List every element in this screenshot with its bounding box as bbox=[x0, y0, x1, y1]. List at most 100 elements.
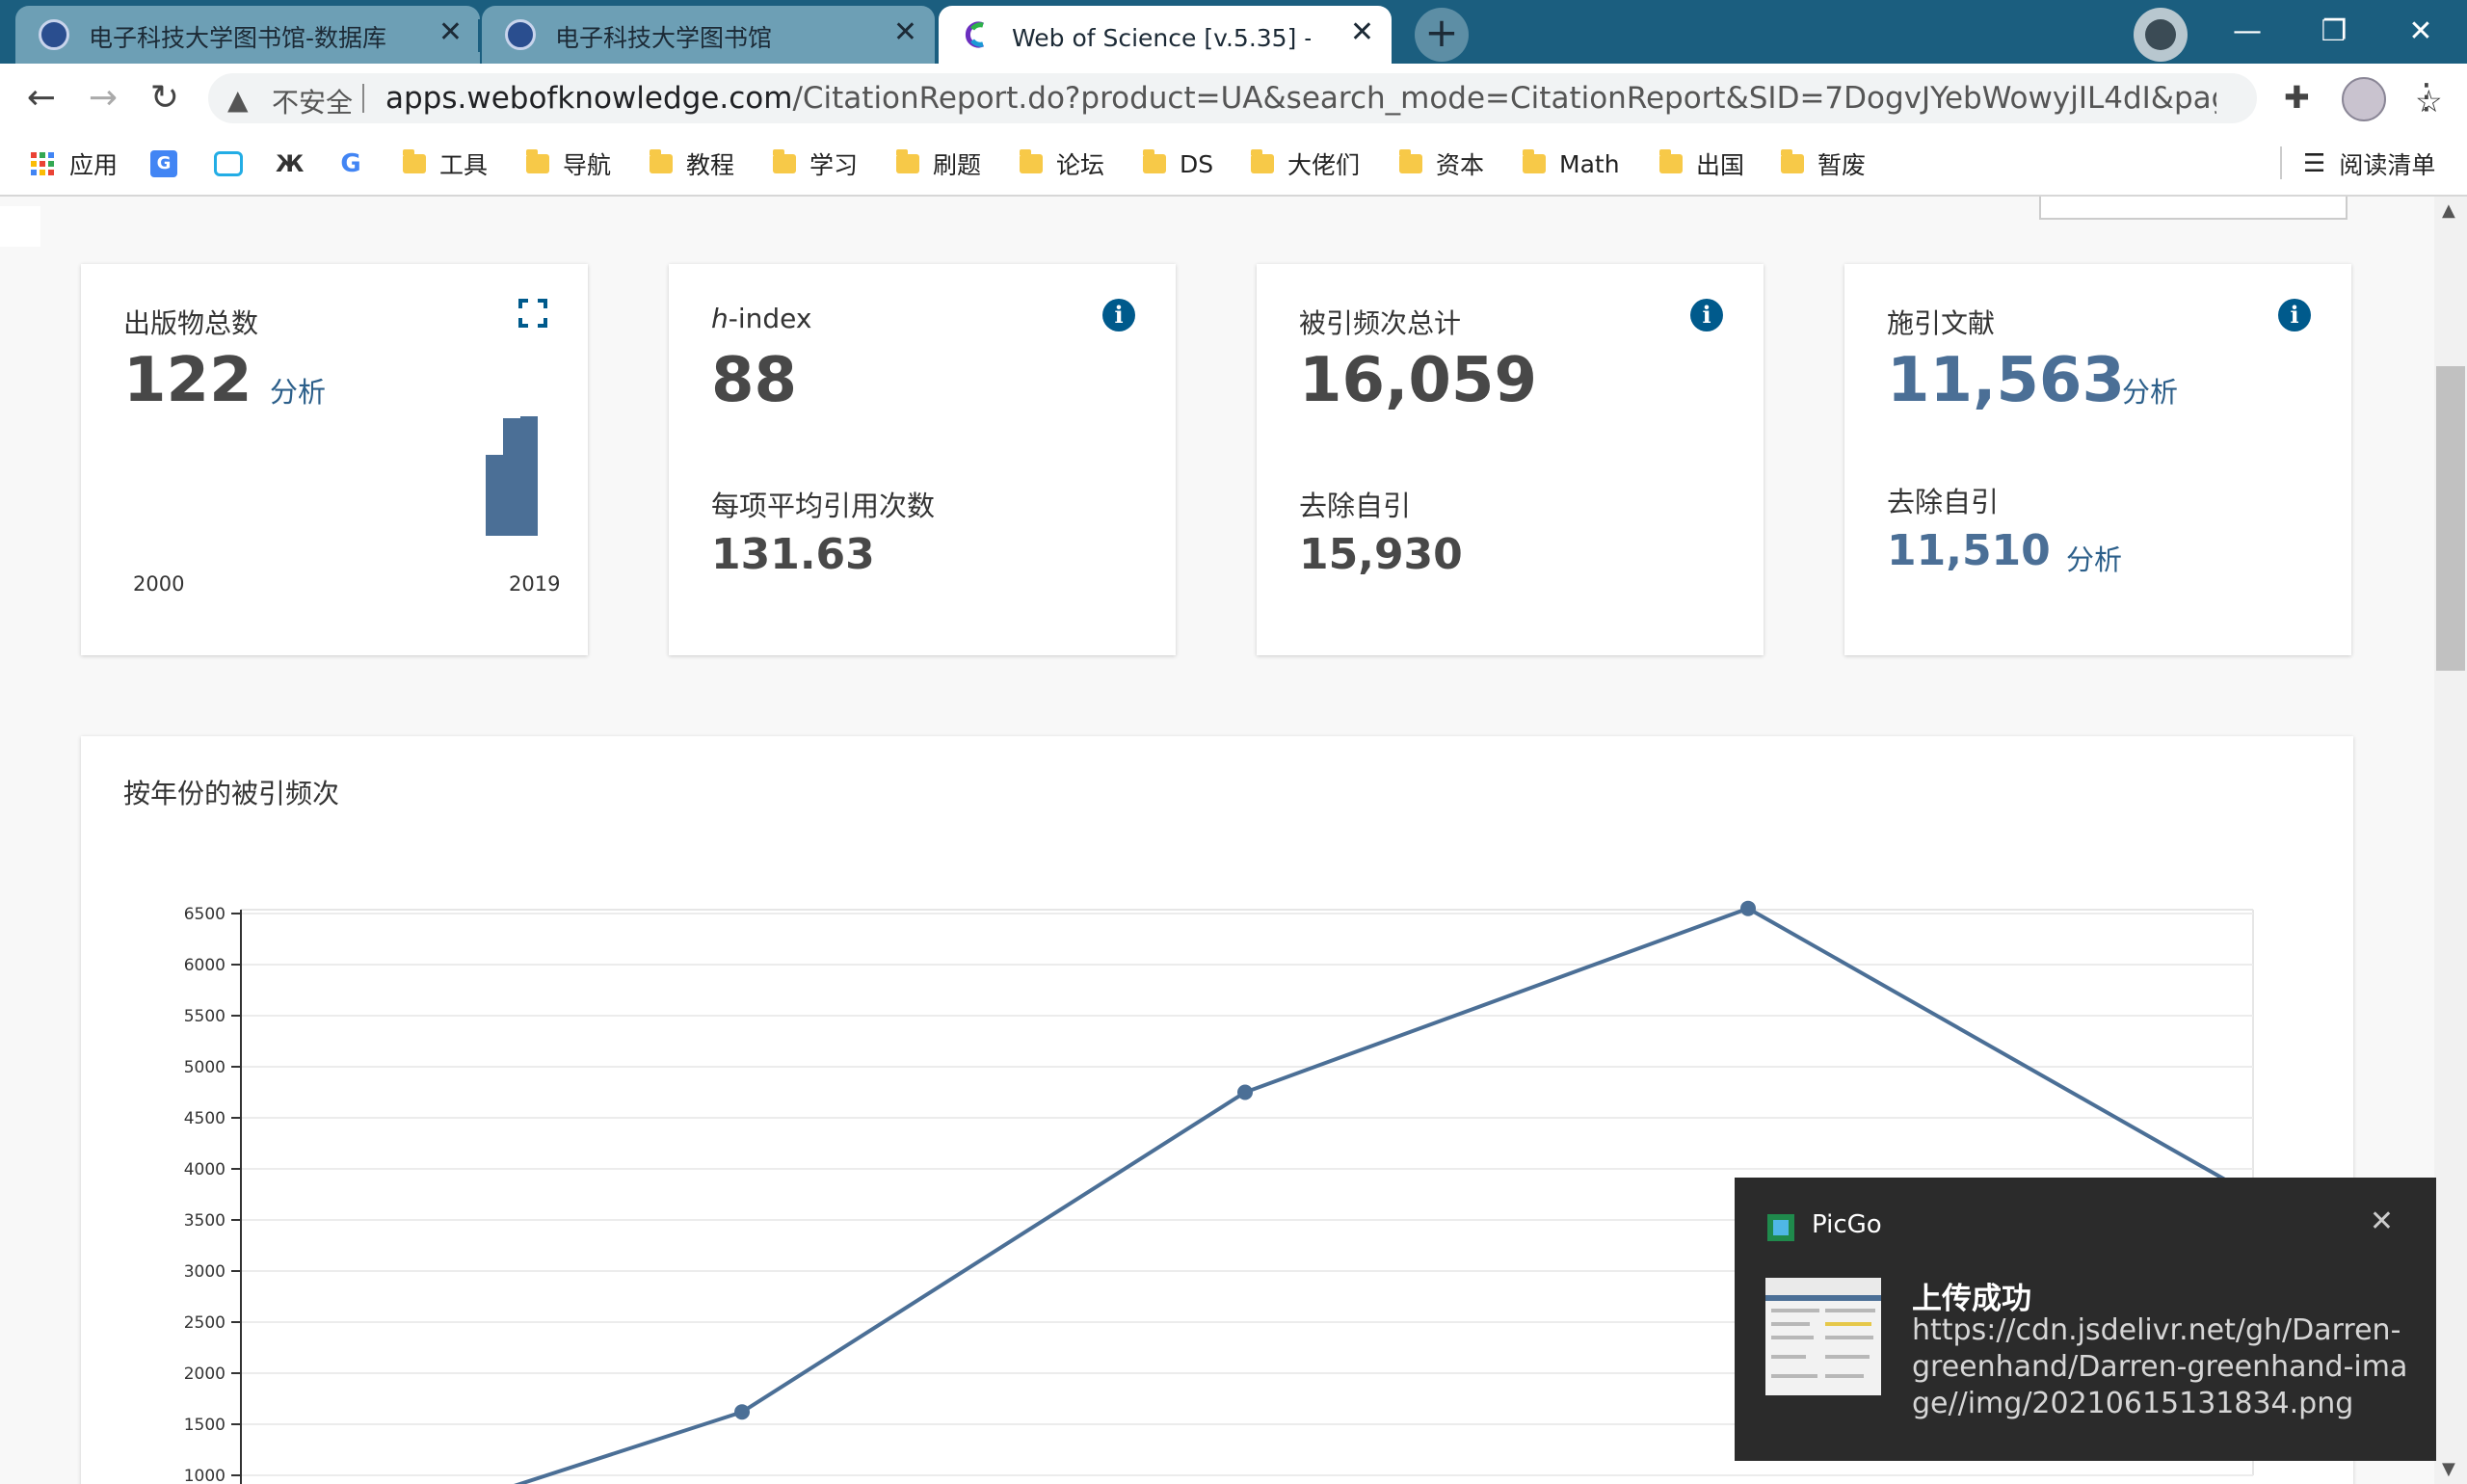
bookmark-butterfly[interactable]: Ж bbox=[276, 145, 316, 183]
page-corner bbox=[0, 206, 40, 247]
bookmark-label: 资本 bbox=[1436, 151, 1485, 179]
back-icon[interactable]: ← bbox=[17, 75, 66, 123]
tab-close-icon[interactable]: ✕ bbox=[893, 15, 917, 49]
apps-grid-icon bbox=[29, 150, 56, 177]
mini-bar bbox=[503, 418, 520, 536]
page-scrollbar[interactable]: ▲ ▼ bbox=[2434, 197, 2467, 1484]
extensions-icon[interactable]: ✚ bbox=[2284, 79, 2310, 116]
folder-icon bbox=[650, 149, 673, 173]
folder-icon bbox=[1020, 149, 1043, 173]
year-start-label: 2000 bbox=[133, 572, 185, 596]
citing-articles-excl-value[interactable]: 11,510 bbox=[1887, 526, 2051, 575]
bookmark-label: 暂废 bbox=[1817, 151, 1867, 179]
warning-icon[interactable]: ▲ bbox=[227, 84, 249, 116]
avg-citations-value: 131.63 bbox=[711, 530, 875, 579]
url-divider bbox=[362, 84, 364, 113]
reload-icon[interactable]: ↻ bbox=[141, 75, 189, 123]
new-tab-button[interactable]: + bbox=[1415, 8, 1469, 62]
citing-articles-analyze-link[interactable]: 分析 bbox=[2122, 370, 2178, 411]
bookmark-apps[interactable]: 应用 bbox=[29, 145, 118, 183]
tab-library[interactable]: 电子科技大学图书馆 ✕ bbox=[482, 6, 935, 64]
bookmark-translate[interactable]: G bbox=[150, 145, 191, 183]
info-icon[interactable]: i bbox=[2278, 299, 2311, 331]
bookmark-label: 大佬们 bbox=[1287, 151, 1361, 179]
bookmark-folder-capital[interactable]: 资本 bbox=[1399, 145, 1484, 183]
folder-icon bbox=[1523, 149, 1546, 173]
close-window-button[interactable]: ✕ bbox=[2373, 8, 2467, 56]
h-index-label-italic: h bbox=[711, 303, 729, 334]
reading-list-label: 阅读清单 bbox=[2339, 151, 2436, 179]
bookmark-folder-practice[interactable]: 刷题 bbox=[896, 145, 981, 183]
url-text[interactable]: apps.webofknowledge.com/CitationReport.d… bbox=[385, 81, 2216, 116]
info-icon[interactable]: i bbox=[1690, 299, 1723, 331]
tab-close-icon[interactable]: ✕ bbox=[1350, 15, 1374, 49]
data-point bbox=[734, 1404, 750, 1420]
close-icon[interactable]: ✕ bbox=[2370, 1205, 2394, 1238]
folder-icon bbox=[1251, 149, 1274, 173]
citing-articles-value[interactable]: 11,563 bbox=[1887, 345, 2125, 416]
bookmark-folder-forum[interactable]: 论坛 bbox=[1020, 145, 1104, 183]
export-select[interactable] bbox=[2039, 197, 2348, 220]
bookmark-folder-tutorial[interactable]: 教程 bbox=[650, 145, 734, 183]
bookmark-folder-ds[interactable]: DS bbox=[1143, 145, 1213, 183]
bookmark-label: 论坛 bbox=[1056, 151, 1105, 179]
folder-icon bbox=[1781, 149, 1804, 173]
picgo-notification[interactable]: PicGo ✕ 上传成功 https://cdn.jsdelivr.net/gh… bbox=[1735, 1178, 2436, 1461]
y-tick-label: 4000 bbox=[184, 1160, 225, 1179]
bookmark-label: 出国 bbox=[1696, 151, 1745, 179]
info-icon[interactable]: i bbox=[1102, 299, 1135, 331]
citing-articles-excl-analyze-link[interactable]: 分析 bbox=[2066, 538, 2122, 578]
reading-list-icon: ☰ bbox=[2303, 149, 2326, 178]
h-index-label: h-index bbox=[711, 303, 811, 334]
y-tick-label: 3000 bbox=[184, 1262, 225, 1282]
citing-articles-excl-label: 去除自引 bbox=[1887, 486, 2000, 518]
folder-icon bbox=[1143, 149, 1166, 173]
folder-icon bbox=[1659, 149, 1683, 173]
tab-web-of-science[interactable]: Web of Science [v.5.35] - 引文 ✕ bbox=[939, 6, 1392, 64]
bookmark-folder-math[interactable]: Math bbox=[1523, 145, 1620, 183]
tab-search-icon[interactable] bbox=[2134, 8, 2188, 62]
bookmark-folder-tools[interactable]: 工具 bbox=[403, 145, 488, 183]
profile-avatar[interactable] bbox=[2342, 77, 2386, 121]
bookmark-google[interactable]: G bbox=[337, 145, 378, 183]
bookmark-folder-experts[interactable]: 大佬们 bbox=[1251, 145, 1360, 183]
card-h-index: h-index i 88 每项平均引用次数 131.63 bbox=[669, 264, 1176, 655]
tab-separator bbox=[478, 19, 480, 52]
notification-title: 上传成功 bbox=[1912, 1282, 2031, 1316]
folder-icon bbox=[896, 149, 919, 173]
bookmark-folder-abroad[interactable]: 出国 bbox=[1659, 145, 1744, 183]
menu-icon[interactable]: ⋮ bbox=[2409, 77, 2444, 117]
restore-button[interactable]: ❐ bbox=[2286, 8, 2382, 56]
url-path: /CitationReport.do?product=UA&search_mod… bbox=[792, 81, 2216, 116]
y-tick-label: 1000 bbox=[184, 1467, 225, 1484]
forward-icon[interactable]: → bbox=[79, 75, 127, 123]
y-tick-label: 6000 bbox=[184, 956, 225, 975]
university-logo-icon bbox=[39, 19, 69, 50]
bookmark-label: 刷题 bbox=[933, 151, 982, 179]
bookmark-folder-deprecated[interactable]: 暂废 bbox=[1781, 145, 1866, 183]
bookmark-bilibili[interactable] bbox=[214, 145, 256, 183]
bookmark-folder-study[interactable]: 学习 bbox=[773, 145, 858, 183]
bookmark-label: 导航 bbox=[563, 151, 612, 179]
times-cited-value: 16,059 bbox=[1299, 345, 1537, 416]
year-end-label: 2019 bbox=[509, 572, 561, 596]
scroll-up-icon[interactable]: ▲ bbox=[2442, 200, 2455, 221]
tab-close-icon[interactable]: ✕ bbox=[438, 15, 463, 49]
tab-library-database[interactable]: 电子科技大学图书馆-数据库 ✕ bbox=[15, 6, 480, 64]
scroll-down-icon[interactable]: ▼ bbox=[2442, 1459, 2455, 1479]
address-bar[interactable]: ▲ 不安全 apps.webofknowledge.com/CitationRe… bbox=[208, 73, 2443, 123]
minimize-button[interactable]: — bbox=[2199, 8, 2295, 56]
bookmark-folder-nav[interactable]: 导航 bbox=[526, 145, 611, 183]
bookmark-label: 应用 bbox=[69, 151, 119, 179]
publications-analyze-link[interactable]: 分析 bbox=[270, 370, 326, 411]
security-label[interactable]: 不安全 bbox=[272, 82, 353, 120]
folder-icon bbox=[403, 149, 426, 173]
y-tick-label: 2500 bbox=[184, 1313, 225, 1333]
y-tick-label: 2000 bbox=[184, 1365, 225, 1384]
scrollbar-thumb[interactable] bbox=[2436, 366, 2465, 671]
reading-list-button[interactable]: ☰ 阅读清单 bbox=[2284, 145, 2435, 183]
expand-icon[interactable] bbox=[518, 299, 547, 328]
card-times-cited: 被引频次总计 i 16,059 去除自引 15,930 bbox=[1257, 264, 1764, 655]
tab-strip: 电子科技大学图书馆-数据库 ✕ 电子科技大学图书馆 ✕ Web of Scien… bbox=[0, 0, 2467, 64]
data-point bbox=[1237, 1084, 1253, 1100]
